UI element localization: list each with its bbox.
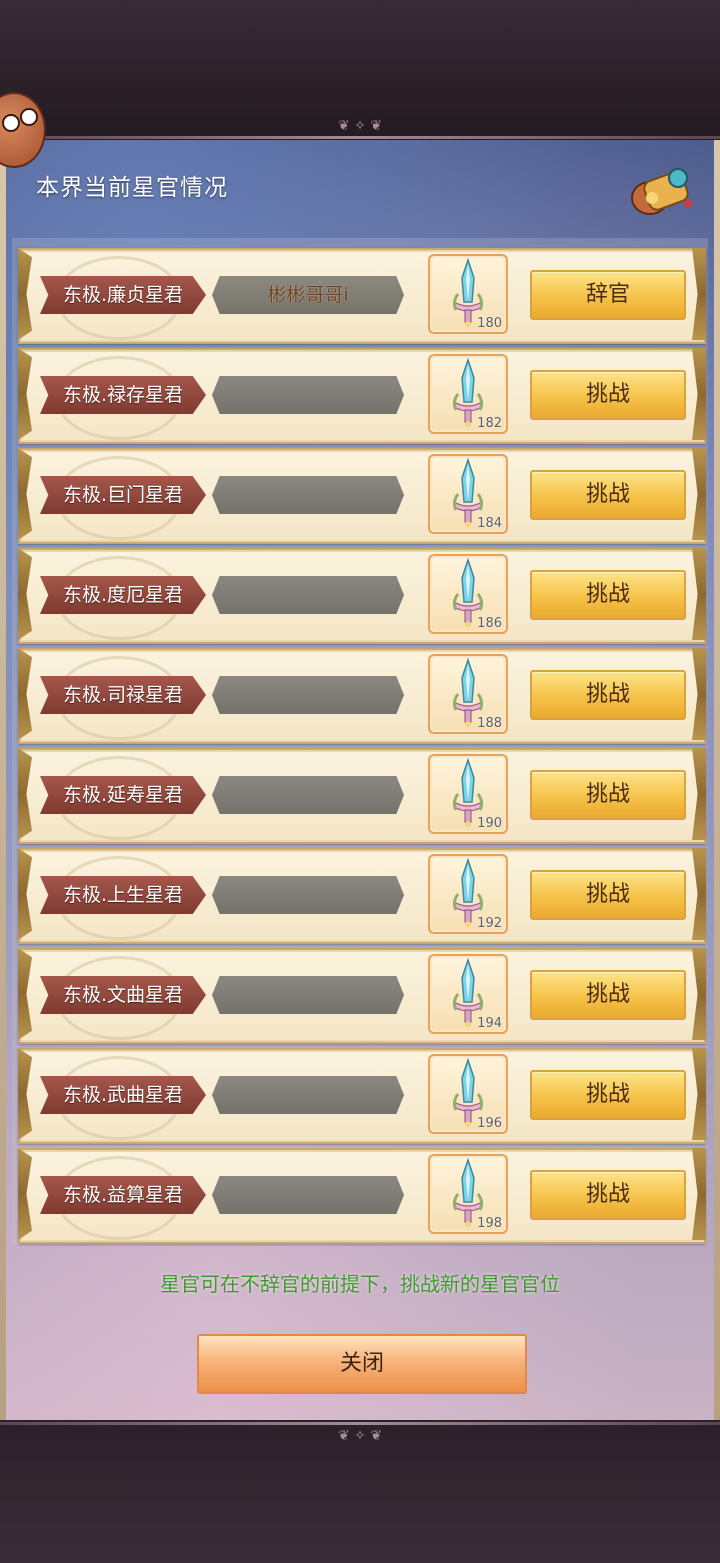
challenge-button[interactable]: 挑战: [530, 1070, 686, 1120]
hint-text: 星官可在不辞官的前提下，挑战新的星官官位: [160, 1272, 560, 1296]
rank-title: 东极.文曲星君: [40, 976, 206, 1014]
holder-name-field: [212, 476, 404, 514]
item-level: 186: [477, 616, 502, 631]
reward-item-slot[interactable]: 198: [428, 1154, 508, 1234]
rank-title: 东极.武曲星君: [40, 1076, 206, 1114]
panel-border-left: [0, 140, 6, 1420]
challenge-button[interactable]: 挑战: [530, 670, 686, 720]
item-level: 192: [477, 916, 502, 931]
row-edge-left: [18, 848, 32, 940]
challenge-button[interactable]: 挑战: [530, 1170, 686, 1220]
top-band: ❦ ✧ ❦: [0, 0, 720, 140]
challenge-button[interactable]: 挑战: [530, 470, 686, 520]
holder-name-field: [212, 676, 404, 714]
reward-item-slot[interactable]: 184: [428, 454, 508, 534]
row-edge-right: [692, 648, 706, 740]
official-row: 东极.禄存星君 182 挑战: [18, 348, 706, 444]
row-edge-right: [692, 748, 706, 840]
official-row: 东极.司禄星君 188 挑战: [18, 648, 706, 744]
row-edge-right: [692, 948, 706, 1040]
treasure-scroll-icon: [631, 168, 692, 215]
challenge-button[interactable]: 挑战: [530, 970, 686, 1020]
row-edge-left: [18, 348, 32, 440]
rank-title: 东极.司禄星君: [40, 676, 206, 714]
row-edge-right: [692, 448, 706, 540]
holder-name-field: [212, 1176, 404, 1214]
top-divider: [0, 136, 720, 139]
rank-title: 东极.廉贞星君: [40, 276, 206, 314]
reward-item-slot[interactable]: 182: [428, 354, 508, 434]
row-edge-left: [18, 1048, 32, 1140]
official-row: 东极.延寿星君 190 挑战: [18, 748, 706, 844]
holder-name-field: [212, 876, 404, 914]
row-edge-left: [18, 948, 32, 1040]
item-level: 188: [477, 716, 502, 731]
official-row: 东极.武曲星君 196 挑战: [18, 1048, 706, 1144]
bottom-ornament: ❦ ✧ ❦: [337, 1428, 383, 1444]
row-edge-right: [692, 1148, 706, 1240]
row-edge-left: [18, 748, 32, 840]
official-row: 东极.上生星君 192 挑战: [18, 848, 706, 944]
holder-name-field: [212, 776, 404, 814]
holder-name-field: [212, 376, 404, 414]
mascot-eye-right: [20, 108, 38, 126]
holder-name-field: [212, 976, 404, 1014]
panel-title: 本界当前星官情况: [36, 175, 228, 201]
reward-item-slot[interactable]: 190: [428, 754, 508, 834]
row-edge-right: [692, 248, 706, 340]
item-level: 180: [477, 316, 502, 331]
row-edge-left: [18, 1148, 32, 1240]
row-edge-right: [692, 848, 706, 940]
rank-title: 东极.上生星君: [40, 876, 206, 914]
resign-button[interactable]: 辞官: [530, 270, 686, 320]
challenge-button[interactable]: 挑战: [530, 370, 686, 420]
row-edge-left: [18, 648, 32, 740]
rank-title: 东极.禄存星君: [40, 376, 206, 414]
item-level: 182: [477, 416, 502, 431]
rank-title: 东极.益算星君: [40, 1176, 206, 1214]
bottom-band: ❦ ✧ ❦: [0, 1420, 720, 1563]
challenge-button[interactable]: 挑战: [530, 870, 686, 920]
rank-title: 东极.度厄星君: [40, 576, 206, 614]
top-ornament: ❦ ✧ ❦: [337, 118, 383, 134]
bottom-divider: [0, 1422, 720, 1425]
row-edge-left: [18, 448, 32, 540]
challenge-button[interactable]: 挑战: [530, 570, 686, 620]
holder-name-field: 彬彬哥哥i: [212, 276, 404, 314]
close-button[interactable]: 关闭: [197, 1334, 527, 1394]
row-edge-left: [18, 548, 32, 640]
row-edge-left: [18, 248, 32, 340]
row-edge-right: [692, 548, 706, 640]
official-row: 东极.廉贞星君 彬彬哥哥i 180 辞官: [18, 248, 706, 344]
reward-item-slot[interactable]: 180: [428, 254, 508, 334]
reward-item-slot[interactable]: 194: [428, 954, 508, 1034]
official-row: 东极.度厄星君 186 挑战: [18, 548, 706, 644]
item-level: 198: [477, 1216, 502, 1231]
official-row: 东极.文曲星君 194 挑战: [18, 948, 706, 1044]
row-edge-right: [692, 348, 706, 440]
reward-item-slot[interactable]: 188: [428, 654, 508, 734]
official-row: 东极.巨门星君 184 挑战: [18, 448, 706, 544]
item-level: 196: [477, 1116, 502, 1131]
row-edge-right: [692, 1048, 706, 1140]
challenge-button[interactable]: 挑战: [530, 770, 686, 820]
reward-item-slot[interactable]: 186: [428, 554, 508, 634]
reward-item-slot[interactable]: 196: [428, 1054, 508, 1134]
rank-title: 东极.延寿星君: [40, 776, 206, 814]
official-row: 东极.益算星君 198 挑战: [18, 1148, 706, 1244]
item-level: 184: [477, 516, 502, 531]
item-level: 194: [477, 1016, 502, 1031]
holder-name-field: [212, 576, 404, 614]
holder-name-field: [212, 1076, 404, 1114]
reward-item-slot[interactable]: 192: [428, 854, 508, 934]
mascot-eye-left: [2, 114, 20, 132]
panel-border-right: [714, 140, 720, 1420]
item-level: 190: [477, 816, 502, 831]
rank-title: 东极.巨门星君: [40, 476, 206, 514]
